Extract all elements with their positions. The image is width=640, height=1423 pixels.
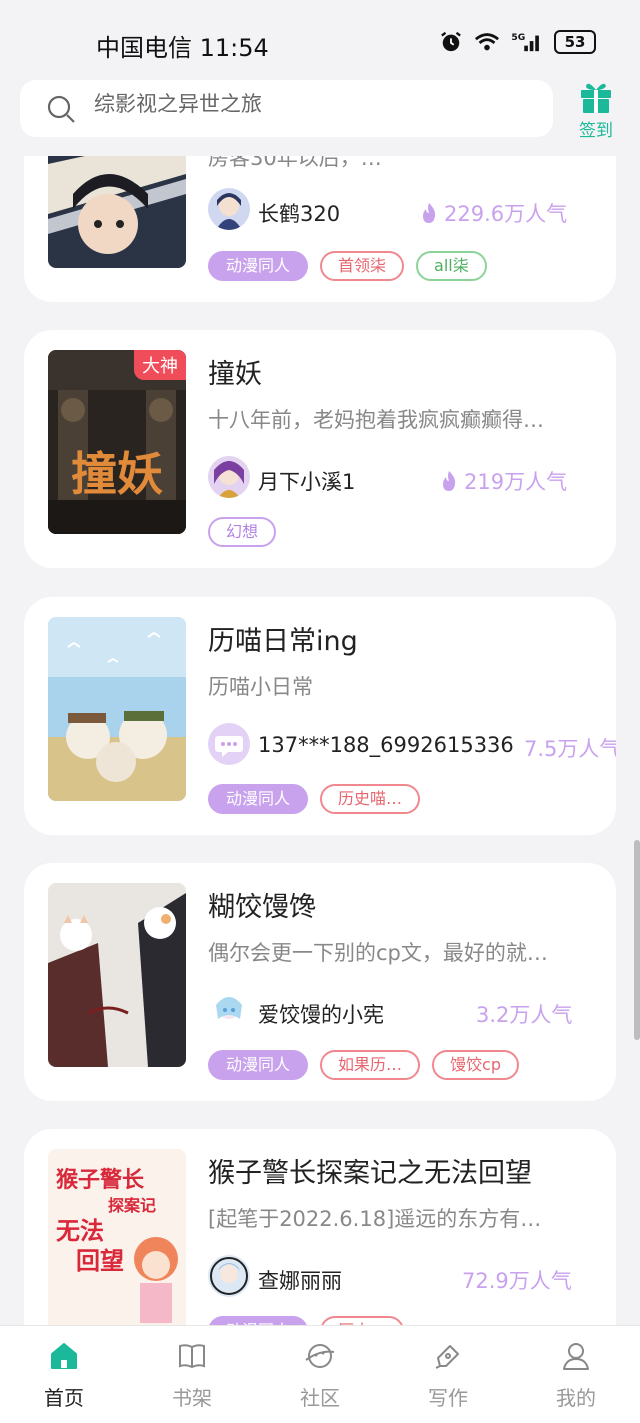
author-avatar[interactable] [208, 456, 250, 498]
profile-icon [563, 1343, 589, 1370]
book-card[interactable]: 撞妖 大神 撞妖 十八年前，老妈抱着我疯疯癫癫得… 月下小溪1 219万人气 幻… [24, 330, 616, 568]
svg-text:5G: 5G [511, 32, 525, 43]
cover-text-line: 探案记 [108, 1196, 156, 1215]
flame-icon [423, 203, 436, 223]
tag-list: 动漫同人 历史喵… [208, 784, 421, 814]
tag[interactable]: 首领柒 [320, 251, 405, 281]
nav-label: 书架 [172, 1386, 212, 1410]
tag-list: 幻想 [208, 517, 277, 547]
status-icons: 5G 53 [438, 30, 596, 54]
scrollbar-thumb[interactable] [634, 840, 640, 1040]
author-badge: 大神 [134, 350, 186, 380]
tag[interactable]: 动漫同人 [208, 784, 309, 814]
nav-item-profile[interactable]: 我的 [512, 1326, 640, 1423]
community-icon [305, 1344, 335, 1368]
nav-label: 我的 [556, 1386, 596, 1410]
tag[interactable]: 动漫同人 [208, 251, 309, 281]
author-avatar[interactable] [208, 188, 250, 230]
nav-item-bookshelf[interactable]: 书架 [128, 1326, 256, 1423]
book-description: [起笔于2022.6.18]遥远的东方有… [208, 1207, 542, 1231]
popularity: 219万人气 [440, 466, 567, 496]
author-name[interactable]: 月下小溪1 [258, 466, 355, 496]
book-title[interactable]: 历喵日常ing [208, 619, 358, 658]
pen-icon [435, 1345, 459, 1369]
tag-list: 动漫同人 如果历… 馒饺cp [208, 1050, 519, 1080]
author-avatar[interactable] [208, 1255, 250, 1297]
popularity: 72.9万人气 [462, 1265, 572, 1295]
popularity: 7.5万人气 [524, 733, 616, 763]
battery-indicator: 53 [554, 30, 596, 54]
tag[interactable]: 幻想 [208, 517, 277, 547]
author-name[interactable]: 137***188_6992615336 [258, 733, 514, 757]
tag[interactable]: 历史喵… [320, 784, 421, 814]
author-avatar[interactable] [208, 723, 250, 765]
popularity-value: 229.6万人气 [444, 202, 568, 226]
search-bar-area: 综影视之异世之旅 签到 [0, 80, 640, 156]
carrier-time: 中国电信 11:54 [96, 34, 269, 62]
tag[interactable]: all柒 [416, 251, 487, 281]
book-title[interactable]: 撞妖 [208, 352, 262, 391]
book-cover[interactable] [48, 883, 186, 1067]
flame-icon [443, 471, 456, 491]
book-card[interactable]: 糊饺馒馋 偶尔会更一下别的cp文，最好的就… 爱饺馒的小宪 3.2万人气 动漫同… [24, 863, 616, 1101]
popularity-value: 7.5万人气 [524, 737, 616, 761]
checkin-button[interactable]: 签到 [570, 80, 622, 141]
cover-text-line: 回望 [76, 1247, 124, 1275]
author-avatar[interactable] [208, 989, 250, 1031]
tag[interactable]: 如果历… [320, 1050, 421, 1080]
book-cover[interactable] [48, 617, 186, 801]
bookshelf-icon [179, 1344, 205, 1369]
book-description: 历喵小日常 [208, 675, 313, 699]
tag[interactable]: 动漫同人 [208, 1050, 309, 1080]
book-title[interactable]: 猴子警长探案记之无法回望 [208, 1151, 532, 1190]
book-description: 偶尔会更一下别的cp文，最好的就… [208, 941, 548, 965]
book-description: 十八年前，老妈抱着我疯疯癫癫得… [208, 408, 544, 432]
nav-item-home[interactable]: 首页 [0, 1326, 128, 1423]
search-placeholder: 综影视之异世之旅 [94, 92, 262, 116]
home-icon [51, 1343, 77, 1369]
nav-item-write[interactable]: 写作 [384, 1326, 512, 1423]
nav-label: 社区 [300, 1386, 340, 1410]
wifi-icon [474, 33, 500, 51]
tag-list: 动漫同人 首领柒 all柒 [208, 251, 487, 281]
nav-item-community[interactable]: 社区 [256, 1326, 384, 1423]
alarm-icon [441, 31, 461, 52]
book-cover[interactable]: 猴子警长 探案记 无法 回望 [48, 1149, 186, 1333]
cover-text-line: 猴子警长 [56, 1168, 145, 1193]
search-input[interactable]: 综影视之异世之旅 [20, 80, 553, 137]
signal-5g-icon: 5G [511, 32, 539, 52]
cover-text-line: 无法 [56, 1217, 104, 1245]
search-icon [47, 95, 75, 123]
popularity-value: 3.2万人气 [476, 1003, 573, 1027]
bottom-nav: 首页 书架 社区 写作 我的 [0, 1325, 640, 1423]
popularity: 3.2万人气 [476, 999, 572, 1029]
nav-label: 写作 [428, 1386, 468, 1410]
nav-label: 首页 [44, 1386, 84, 1410]
book-cover[interactable]: 撞妖 大神 [48, 350, 186, 534]
author-name[interactable]: 爱饺馒的小宪 [258, 999, 384, 1029]
cover-title-text: 撞妖 [71, 447, 163, 501]
tag[interactable]: 馒饺cp [432, 1050, 519, 1080]
author-name[interactable]: 查娜丽丽 [258, 1265, 342, 1295]
gift-icon [581, 83, 611, 113]
checkin-label: 签到 [579, 121, 613, 141]
popularity-value: 72.9万人气 [462, 1269, 572, 1293]
popularity-value: 219万人气 [464, 470, 568, 494]
popularity: 229.6万人气 [420, 198, 567, 228]
book-title[interactable]: 糊饺馒馋 [208, 885, 316, 924]
book-card[interactable]: 历喵日常ing 历喵小日常 137***188_6992615336 7.5万人… [24, 597, 616, 835]
author-name[interactable]: 长鹤320 [258, 198, 340, 228]
status-bar: 中国电信 11:54 5G 53 [0, 0, 640, 80]
